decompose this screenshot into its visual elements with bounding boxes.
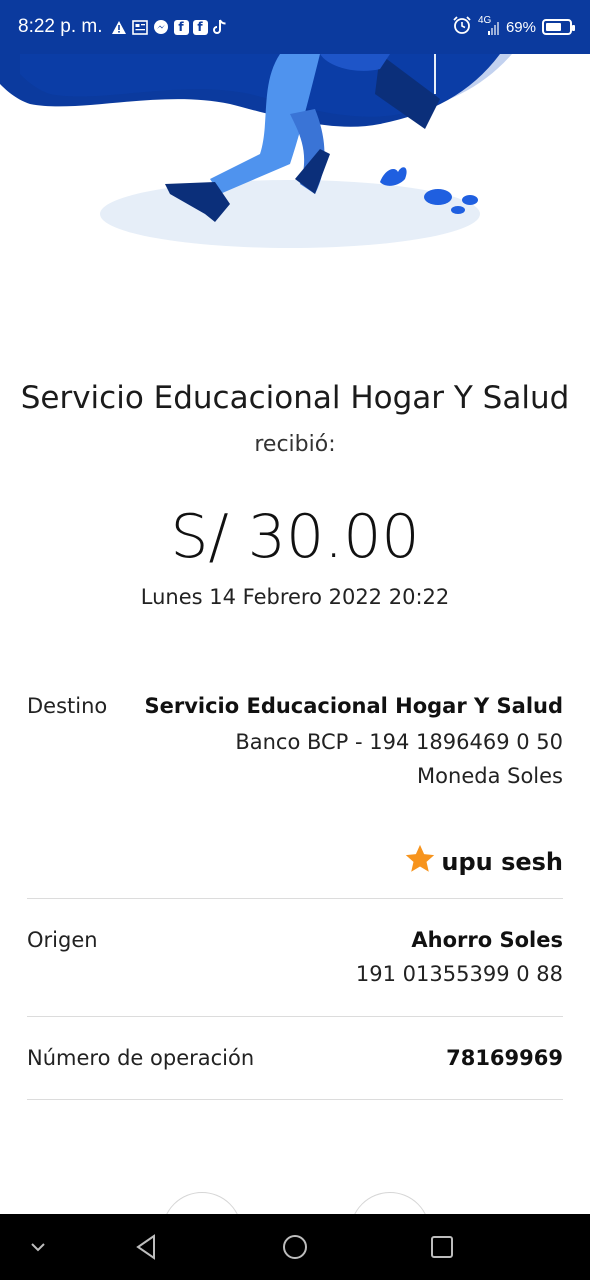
divider	[27, 898, 563, 899]
destination-currency: Moneda Soles	[417, 764, 563, 788]
destination-name: Servicio Educacional Hogar Y Salud	[144, 694, 563, 718]
signal-icon: 4G	[477, 15, 500, 37]
operation-label: Número de operación	[27, 1046, 255, 1070]
recipient-title: Servicio Educacional Hogar Y Salud	[20, 380, 570, 416]
star-icon	[403, 842, 437, 882]
favorite-name: upu sesh	[441, 848, 563, 876]
recents-icon[interactable]	[422, 1214, 462, 1280]
origin-account-type: Ahorro Soles	[411, 928, 563, 952]
status-time: 8:22 p. m.	[18, 16, 103, 37]
destination-label: Destino	[27, 694, 108, 718]
home-icon[interactable]	[275, 1214, 315, 1280]
destination-account: Banco BCP - 194 1896469 0 50	[235, 730, 563, 754]
news-icon	[132, 19, 149, 36]
divider	[27, 1099, 563, 1100]
transaction-datetime: Lunes 14 Febrero 2022 20:22	[140, 585, 450, 609]
notification-icons: f f	[111, 19, 229, 36]
back-icon[interactable]	[126, 1214, 166, 1280]
warning-icon	[111, 19, 128, 36]
facebook-icon: f	[173, 19, 189, 35]
battery-percentage: 69%	[505, 18, 536, 36]
network-label: 4G	[477, 15, 492, 26]
operation-number: 78169969	[446, 1046, 563, 1070]
messenger-icon	[153, 19, 170, 36]
status-right: 4G 69%	[452, 15, 575, 39]
received-label: recibió:	[254, 432, 336, 457]
status-bar: 8:22 p. m. f f 4G 69%	[0, 0, 590, 54]
origin-account-number: 191 01355399 0 88	[355, 962, 563, 986]
navigation-bar	[0, 1214, 590, 1280]
hero-illustration	[0, 44, 590, 274]
amount: S/ 30.00	[170, 502, 420, 572]
alarm-icon	[452, 15, 472, 39]
chevron-down-icon[interactable]	[20, 1214, 56, 1280]
origin-label: Origen	[27, 928, 98, 952]
divider	[27, 1016, 563, 1017]
battery-icon	[542, 19, 575, 35]
favorite-contact[interactable]: upu sesh	[403, 842, 563, 882]
facebook-icon-2: f	[192, 19, 208, 35]
tiktok-icon	[212, 19, 229, 36]
